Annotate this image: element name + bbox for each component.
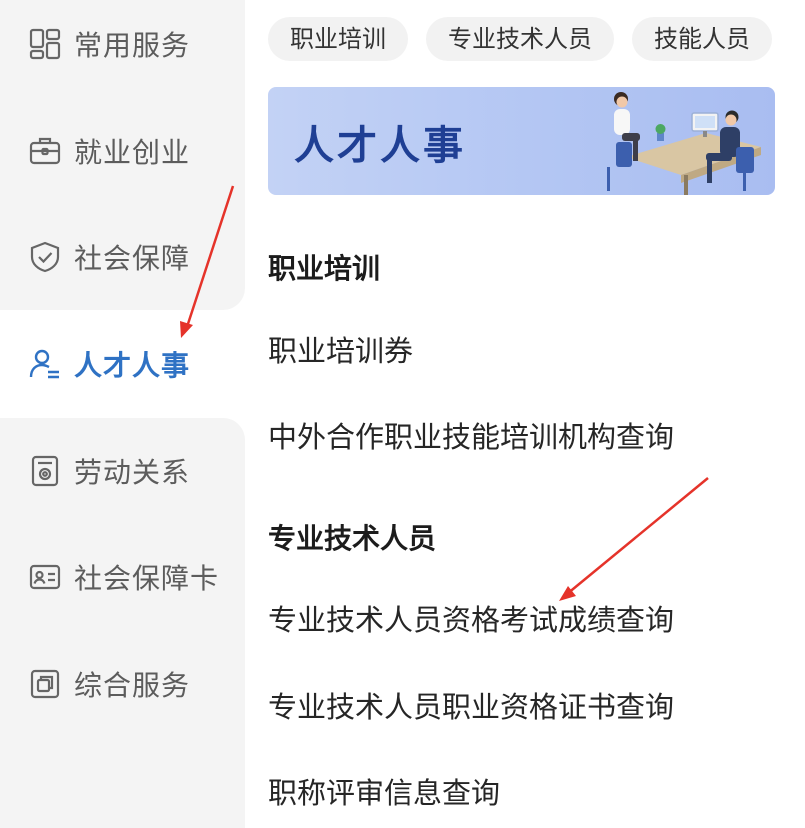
sidebar-item-talent-personnel[interactable]: 人才人事 [0,310,245,417]
briefcase-icon [27,133,63,169]
list-item-qualification-certificate-query[interactable]: 专业技术人员职业资格证书查询 [268,684,674,726]
sidebar: 常用服务 就业创业 社会保障 人才人事 劳动关系 社会保障卡 综合服务 [0,0,245,828]
shield-check-icon [27,239,63,275]
office-meeting-illustration [607,92,761,195]
person-list-icon [27,346,63,382]
annotation-arrow-exam-score [559,477,709,601]
list-item-title-review-query[interactable]: 职称评审信息查询 [268,770,500,812]
chip-professional-technical[interactable]: 专业技术人员 [426,17,614,61]
id-card-icon [27,559,63,595]
section-title-professional-technical: 专业技术人员 [268,522,437,555]
banner-title: 人才人事 [294,123,466,169]
sidebar-item-labor-relations[interactable]: 劳动关系 [0,417,245,524]
sidebar-item-label: 人才人事 [74,348,191,382]
chip-skilled-personnel[interactable]: 技能人员 [632,17,772,61]
sidebar-item-social-security-card[interactable]: 社会保障卡 [0,523,245,630]
sidebar-item-label: 社会保障 [74,241,191,275]
copy-squares-icon [27,666,63,702]
document-seal-icon [27,453,63,489]
sidebar-item-employment[interactable]: 就业创业 [0,97,245,204]
sidebar-item-general-services[interactable]: 综合服务 [0,630,245,737]
sidebar-item-label: 劳动关系 [74,455,191,489]
list-item-sino-foreign-training-query[interactable]: 中外合作职业技能培训机构查询 [268,414,674,456]
sidebar-item-label: 综合服务 [74,668,191,702]
sidebar-item-common-services[interactable]: 常用服务 [0,0,245,97]
grid-apps-icon [27,26,63,62]
list-item-exam-score-query[interactable]: 专业技术人员资格考试成绩查询 [268,597,674,639]
category-banner: 人才人事 [268,87,775,195]
category-chip-bar: 职业培训 专业技术人员 技能人员 [268,17,775,63]
list-item-training-voucher[interactable]: 职业培训券 [268,328,413,370]
section-title-vocational-training: 职业培训 [268,252,381,285]
sidebar-item-label: 常用服务 [74,28,191,62]
sidebar-item-social-security[interactable]: 社会保障 [0,203,245,310]
sidebar-item-label: 社会保障卡 [74,561,220,595]
sidebar-item-label: 就业创业 [74,135,191,169]
chip-vocational-training[interactable]: 职业培训 [268,17,408,61]
